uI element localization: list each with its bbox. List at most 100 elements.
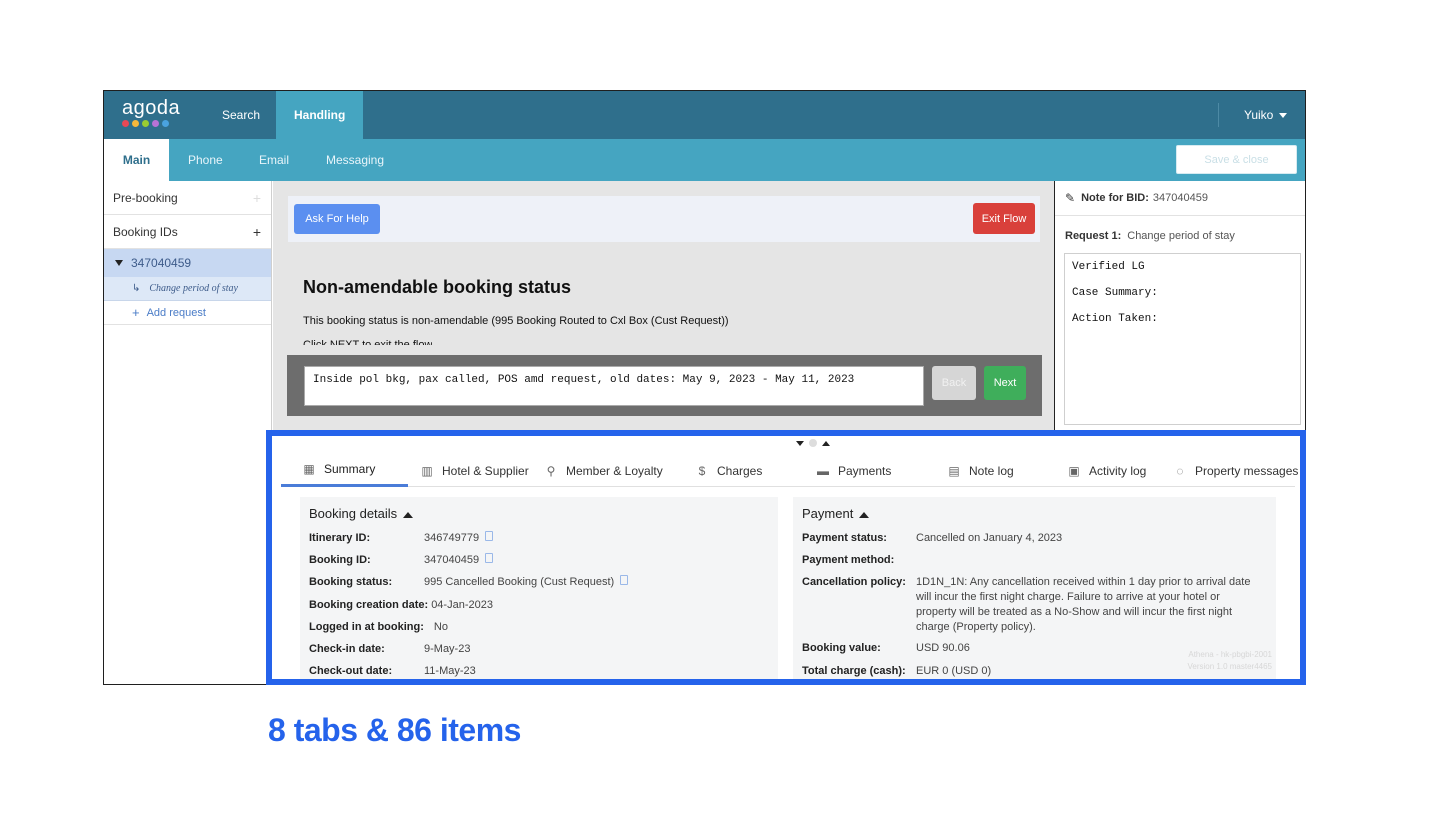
request-value: Change period of stay [1127, 230, 1235, 242]
detail-row: Payment method: [802, 553, 1267, 568]
nav-tab-handling[interactable]: Handling [276, 91, 364, 139]
detail-key: Booking value: [802, 642, 881, 655]
user-menu[interactable]: Yuiko [1244, 108, 1288, 122]
collapse-up-icon[interactable] [403, 511, 414, 518]
flow-title: Non-amendable booking status [303, 277, 572, 297]
booking-details-header[interactable]: Booking details [309, 506, 769, 521]
detail-key: Payment method: [802, 554, 895, 567]
sidebar-item-booking-ids[interactable]: Booking IDs + [104, 215, 271, 249]
note-header: ✎ Note for BID: 347040459 [1055, 181, 1305, 216]
detail-key: Total charge (cash): [802, 664, 906, 677]
flow-note-bar: Inside pol bkg, pax called, POS amd requ… [287, 355, 1042, 416]
ask-for-help-button[interactable]: Ask For Help [294, 204, 380, 234]
expand-icon[interactable] [822, 440, 830, 446]
tab-messaging[interactable]: Messaging [326, 139, 384, 181]
tab-summary[interactable]: ▦ Summary [281, 454, 408, 487]
chat-icon: ◌ [1176, 463, 1184, 478]
logo-dot [152, 120, 159, 127]
detail-row: Itinerary ID: 346749779 [309, 531, 769, 546]
detail-key: Check-in date: [309, 642, 385, 655]
user-name: Yuiko [1244, 108, 1274, 122]
flow-description: This booking status is non-amendable (99… [303, 315, 729, 327]
tab-activity-log[interactable]: ▣ Activity log [1068, 454, 1146, 487]
detail-value: 346749779 [424, 532, 480, 544]
detail-key: Booking creation date: [309, 598, 429, 611]
tab-charges[interactable]: $ Charges [696, 454, 763, 487]
back-button[interactable]: Back [932, 366, 976, 400]
save-close-button[interactable]: Save & close [1176, 145, 1297, 174]
tab-note-log[interactable]: ▤ Note log [948, 454, 1014, 487]
plus-icon[interactable]: + [253, 224, 261, 240]
tab-member-loyalty[interactable]: ⚲ Member & Loyalty [545, 454, 663, 487]
version-info: Athena - hk-pbgbi-2001 [1188, 650, 1272, 659]
sidebar-item-prebooking[interactable]: Pre-booking + [104, 181, 271, 215]
caption: 8 tabs & 86 items [268, 712, 521, 748]
logo-text: agoda [122, 97, 181, 119]
activity-icon: ▣ [1068, 463, 1080, 478]
tab-phone[interactable]: Phone [188, 139, 223, 181]
copy-icon[interactable] [620, 575, 629, 586]
note-line: Verified LG [1072, 261, 1145, 273]
logo-dot [142, 120, 149, 127]
detail-row: Logged in at booking: No [309, 620, 769, 635]
subitem-arrow-icon: ↳ [132, 283, 141, 294]
sidebar-booking-id[interactable]: 347040459 [104, 249, 271, 277]
detail-value: 11-May-23 [424, 665, 476, 678]
copy-icon[interactable] [485, 553, 494, 564]
copy-icon[interactable] [485, 531, 494, 541]
card-icon: ▬ [817, 463, 829, 478]
tab-email[interactable]: Email [259, 139, 289, 181]
tab-hotel-supplier[interactable]: ▥ Hotel & Supplier [421, 454, 529, 487]
flow-instruction: Click NEXT to exit the flow [303, 339, 433, 345]
tab-label: Charges [717, 463, 763, 478]
tab-payments[interactable]: ▬ Payments [817, 454, 891, 487]
detail-row: Booking status: 995 Cancelled Booking (Cu… [309, 575, 769, 590]
drag-handle-icon[interactable] [809, 439, 817, 447]
logo-dots [122, 120, 180, 127]
booking-id-label: 347040459 [131, 256, 192, 270]
tab-label: Hotel & Supplier [442, 463, 529, 478]
detail-row: Cancellation policy: 1D1N_1N: Any cancell… [802, 575, 1267, 635]
building-icon: ▥ [421, 463, 433, 478]
booking-details-card: Booking details Itinerary ID: 346749779 B… [300, 497, 778, 679]
add-request-label: Add request [146, 306, 206, 319]
detail-key: Logged in at booking: [309, 620, 424, 633]
tab-main[interactable]: Main [104, 139, 169, 181]
note-icon: ▤ [948, 463, 960, 478]
detail-row: Payment status: Cancelled on January 4, 2… [802, 531, 1267, 546]
note-request: Request 1: Change period of stay [1055, 216, 1305, 242]
note-textarea[interactable]: Verified LG Case Summary: Action Taken: [1064, 253, 1301, 425]
detail-key: Cancellation policy: [802, 576, 906, 589]
exit-flow-button[interactable]: Exit Flow [973, 203, 1035, 234]
sidebar: Pre-booking + Booking IDs + 347040459 ↳ … [104, 181, 272, 684]
caret-down-icon[interactable] [115, 260, 123, 266]
flow-note-textarea[interactable]: Inside pol bkg, pax called, POS amd requ… [304, 366, 924, 406]
detail-value: USD 90.06 [916, 642, 970, 655]
detail-row: Booking creation date: 04-Jan-2023 [309, 598, 769, 613]
card-title-label: Payment [802, 506, 854, 521]
resize-handle[interactable] [796, 439, 830, 447]
tab-label: Activity log [1089, 463, 1147, 478]
detail-key: Booking status: [309, 576, 393, 589]
nav-tab-search[interactable]: Search [204, 91, 278, 139]
agoda-logo[interactable]: agoda [122, 97, 180, 127]
detail-key: Payment status: [802, 532, 887, 544]
booking-details-panel: ▦ Summary ▥ Hotel & Supplier ⚲ Member & Loy… [266, 430, 1306, 685]
sidebar-item-label: Booking IDs [113, 224, 178, 239]
tab-property-messages[interactable]: ◌ Property messages [1174, 454, 1298, 487]
tab-label: Summary [324, 462, 376, 476]
note-edit-icon: ✎ [1065, 191, 1076, 205]
detail-value: No [433, 620, 448, 633]
collapse-icon[interactable] [796, 440, 804, 446]
plus-icon[interactable]: + [253, 190, 261, 206]
payment-header[interactable]: Payment [802, 506, 1267, 521]
next-button[interactable]: Next [984, 366, 1026, 400]
payment-card: Payment Payment status: Cancelled on Janu… [793, 497, 1276, 679]
sidebar-request-item[interactable]: ↳ Change period of stay [104, 277, 271, 301]
collapse-up-icon[interactable] [859, 511, 870, 518]
add-request-link[interactable]: + Add request [104, 301, 271, 325]
person-icon: ⚲ [546, 463, 556, 478]
tab-label: Note log [969, 463, 1014, 478]
version-info: Version 1.0 master4465 [1187, 662, 1273, 671]
card-title-label: Booking details [309, 506, 398, 521]
